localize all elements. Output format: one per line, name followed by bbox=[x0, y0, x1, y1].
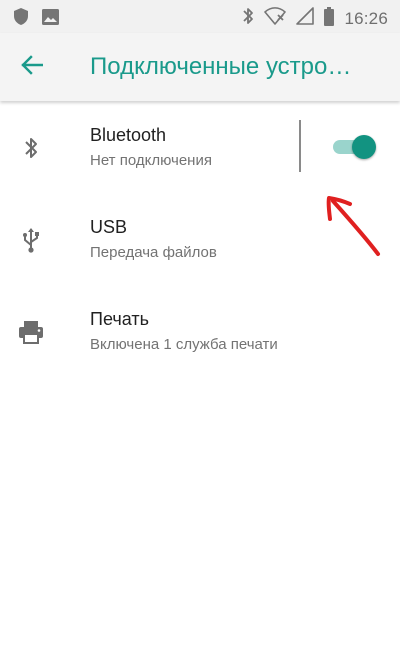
no-signal-icon bbox=[296, 7, 315, 30]
bluetooth-icon bbox=[18, 135, 44, 161]
bluetooth-toggle[interactable] bbox=[333, 135, 377, 159]
wifi-off-icon bbox=[264, 7, 287, 30]
usb-icon bbox=[18, 227, 44, 253]
arrow-left-icon bbox=[21, 54, 44, 80]
toggle-thumb bbox=[352, 135, 376, 159]
status-time: 16:26 bbox=[344, 8, 388, 28]
status-left-icons bbox=[14, 8, 59, 30]
item-title: Bluetooth bbox=[90, 125, 167, 145]
page-title: Подключенные устро… bbox=[90, 53, 352, 80]
connected-devices-screen: 16:26 Подключенные устро… Bluetooth Нет … bbox=[0, 0, 400, 667]
shield-icon bbox=[14, 8, 28, 30]
image-icon bbox=[42, 8, 59, 30]
vertical-divider bbox=[299, 120, 301, 172]
battery-icon bbox=[324, 6, 335, 31]
list-item-printing[interactable]: Печать Включена 1 служба печати bbox=[0, 285, 400, 377]
annotation-arrow-icon bbox=[326, 196, 380, 256]
item-subtitle: Включена 1 служба печати bbox=[90, 336, 278, 353]
item-title: USB bbox=[90, 217, 128, 237]
list-item-bluetooth[interactable]: Bluetooth Нет подключения bbox=[0, 101, 400, 193]
item-subtitle: Нет подключения bbox=[90, 152, 212, 169]
status-bar: 16:26 bbox=[0, 0, 400, 33]
status-right-icons: 16:26 bbox=[242, 6, 388, 31]
app-bar: Подключенные устро… bbox=[0, 33, 400, 101]
bluetooth-icon bbox=[242, 6, 254, 31]
item-subtitle: Передача файлов bbox=[90, 244, 217, 261]
printer-icon bbox=[18, 319, 44, 345]
item-title: Печать bbox=[90, 309, 149, 329]
back-button[interactable] bbox=[18, 53, 46, 81]
